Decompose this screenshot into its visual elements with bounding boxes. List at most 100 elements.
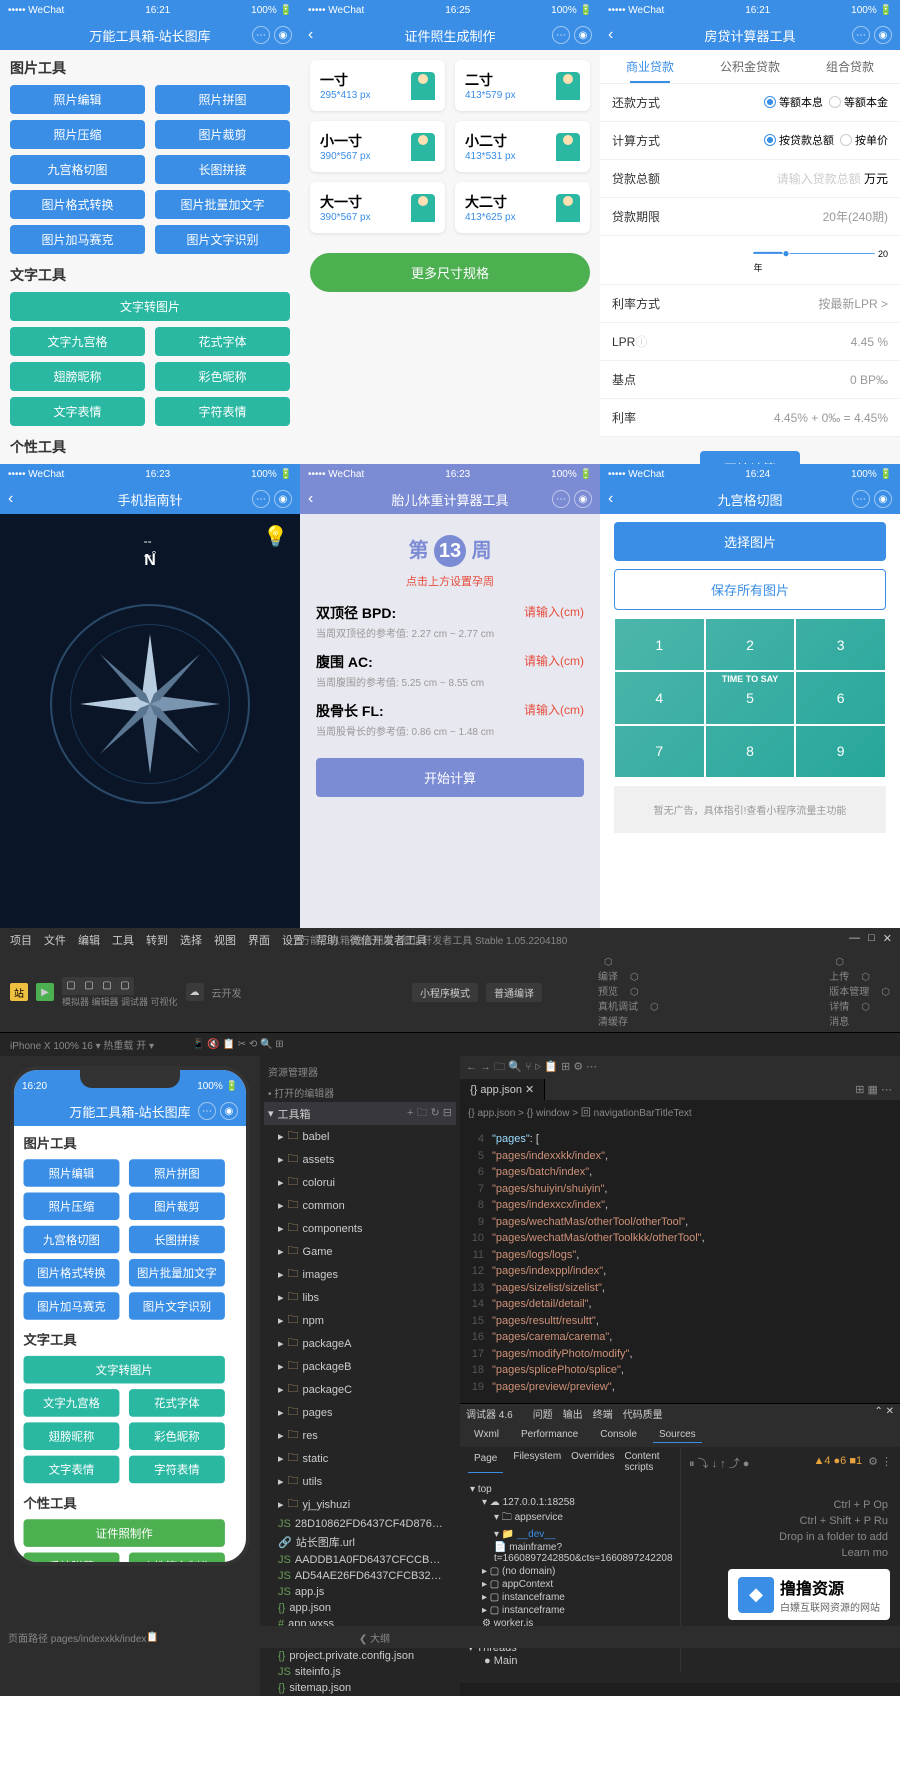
simulator-device[interactable]: 16:20100% 🔋 万能工具箱-站长图库 ⋯◉ 图片工具照片编辑照片拼图照片… — [10, 1066, 250, 1566]
more-sizes-button[interactable]: 更多尺寸规格 — [310, 253, 590, 292]
grid-cell[interactable]: 6 — [795, 671, 886, 724]
tool-button[interactable]: 文字九宫格 — [10, 327, 145, 356]
editor-tab[interactable]: {} app.json ✕ — [460, 1079, 545, 1100]
tool-button[interactable]: 长图拼接 — [129, 1226, 225, 1254]
folder-item[interactable]: ▸ 🗀 packageC — [264, 1378, 456, 1401]
sources-tree[interactable]: ▾ top ▾ ☁ 127.0.0.1:18258▾ 🗀 appservice▾… — [460, 1477, 680, 1636]
back-icon[interactable]: ‹ — [8, 490, 13, 508]
folder-item[interactable]: ▸ 🗀 assets — [264, 1148, 456, 1171]
back-icon[interactable]: ‹ — [308, 26, 313, 44]
debug-subtab[interactable]: Overrides — [571, 1451, 614, 1473]
tool-button[interactable]: 照片压缩 — [10, 120, 145, 149]
tool-button[interactable]: 图片批量加文字 — [155, 190, 290, 219]
mode-select[interactable]: 小程序模式 — [412, 983, 478, 1002]
nav-capsule[interactable]: ⋯◉ — [852, 490, 892, 508]
menu-item[interactable]: 视图 — [214, 932, 236, 948]
form-row[interactable]: 计算方式按贷款总额按单价 — [600, 122, 900, 160]
tool-button[interactable]: 翅膀昵称 — [10, 362, 145, 391]
tree-item[interactable]: ▸ ▢ instanceframe — [466, 1604, 674, 1617]
file-item[interactable]: JS AD54AE26FD6437CFCB32C66214991AE0.js — [264, 1568, 456, 1584]
bulb-icon[interactable]: 💡 — [263, 524, 288, 549]
tool-button[interactable]: 文字转图片 — [24, 1356, 225, 1384]
debug-subtab[interactable]: Filesystem — [513, 1451, 561, 1473]
tool-button[interactable]: 照片编辑 — [24, 1159, 120, 1187]
nav-capsule[interactable]: ⋯◉ — [252, 490, 292, 508]
debug-subtab[interactable]: Content scripts — [625, 1451, 672, 1473]
size-card[interactable]: 一寸295*413 px — [310, 60, 445, 111]
tool-button[interactable]: 图片加马赛克 — [24, 1292, 120, 1320]
folder-item[interactable]: ▸ 🗀 colorui — [264, 1171, 456, 1194]
compile-select[interactable]: 普通编译 — [486, 983, 542, 1002]
tree-item[interactable]: ▸ ▢ (no domain) — [466, 1565, 674, 1578]
folder-item[interactable]: ▸ 🗀 packageA — [264, 1332, 456, 1355]
folder-item[interactable]: ▸ 🗀 packageB — [264, 1355, 456, 1378]
grid-cell[interactable]: 3 — [795, 618, 886, 671]
debug-panel-tab[interactable]: Performance — [515, 1427, 584, 1443]
folder-item[interactable]: ▸ 🗀 common — [264, 1194, 456, 1217]
debug-panel-tab[interactable]: Console — [594, 1427, 643, 1443]
debug-tab[interactable]: 问题 — [533, 1406, 553, 1421]
tool-button[interactable]: 图片裁剪 — [155, 120, 290, 149]
size-card[interactable]: 大二寸413*625 px — [455, 182, 590, 233]
menu-item[interactable]: 编辑 — [78, 932, 100, 948]
breadcrumb[interactable]: {} app.json > {} window > 回 navigationBa… — [460, 1100, 900, 1123]
cloud-icon[interactable]: ☁ — [186, 983, 204, 1001]
play-icon[interactable]: ▶ — [36, 983, 54, 1001]
tool-button[interactable]: 字符表情 — [129, 1456, 225, 1484]
tool-button[interactable]: 文字表情 — [10, 397, 145, 426]
file-explorer[interactable]: 资源管理器 • 打开的编辑器 ▾ 工具箱+ 🗀 ↻ ⊟ ▸ 🗀 babel▸ 🗀… — [260, 1056, 460, 1696]
file-item[interactable]: {} sitemap.json — [264, 1680, 456, 1696]
simulator-info[interactable]: iPhone X 100% 16 ▾ 热重载 开 ▾ — [10, 1037, 154, 1052]
measure-row[interactable]: 双顶径 BPD:请输入(cm)当周双顶径的参考值: 2.27 cm ~ 2.77… — [300, 597, 600, 646]
tool-button[interactable]: 图片格式转换 — [10, 190, 145, 219]
grid-cell[interactable]: 1 — [614, 618, 705, 671]
folder-item[interactable]: ▸ 🗀 libs — [264, 1286, 456, 1309]
nav-capsule[interactable]: ⋯◉ — [552, 490, 592, 508]
tool-button[interactable]: 照片编辑 — [10, 85, 145, 114]
folder-item[interactable]: ▸ 🗀 npm — [264, 1309, 456, 1332]
choose-image-button[interactable]: 选择图片 — [614, 522, 886, 561]
folder-item[interactable]: ▸ 🗀 yj_yishuzi — [264, 1493, 456, 1516]
measure-row[interactable]: 股骨长 FL:请输入(cm)当周股骨长的参考值: 0.86 cm ~ 1.48 … — [300, 695, 600, 744]
tool-button[interactable]: 照片拼图 — [129, 1159, 225, 1187]
tool-button[interactable]: 九宫格切图 — [10, 155, 145, 184]
file-item[interactable]: 🔗 站长图库.url — [264, 1532, 456, 1552]
toolbar-icon[interactable]: ▢ — [80, 977, 98, 995]
tool-button[interactable]: 照片压缩 — [24, 1193, 120, 1221]
menu-item[interactable]: 界面 — [248, 932, 270, 948]
tool-button[interactable]: 彩色昵称 — [129, 1422, 225, 1450]
tool-button[interactable]: 图片文字识别 — [155, 225, 290, 254]
menu-item[interactable]: 项目 — [10, 932, 32, 948]
file-item[interactable]: JS 28D10862FD6437CF4D876065CD817AE0.js — [264, 1516, 456, 1532]
folder-item[interactable]: ▸ 🗀 Game — [264, 1240, 456, 1263]
debug-tab[interactable]: 终端 — [593, 1406, 613, 1421]
menu-item[interactable]: 文件 — [44, 932, 66, 948]
grid-cell[interactable]: 9 — [795, 725, 886, 778]
folder-item[interactable]: ▸ 🗀 res — [264, 1424, 456, 1447]
grid-cell[interactable]: 2 — [705, 618, 796, 671]
tool-button[interactable]: 照片拼图 — [155, 85, 290, 114]
tool-button[interactable]: 个性签名制作 — [129, 1553, 225, 1566]
calculate-button[interactable]: 开始计算 — [316, 758, 584, 797]
menu-item[interactable]: 工具 — [112, 932, 134, 948]
tool-button[interactable]: 九宫格切图 — [24, 1226, 120, 1254]
debug-tab[interactable]: 代码质量 — [623, 1406, 663, 1421]
file-item[interactable]: JS app.js — [264, 1584, 456, 1600]
form-row[interactable]: 还款方式等额本息等额本金 — [600, 84, 900, 122]
debug-subtab[interactable]: Page — [468, 1451, 503, 1473]
close-icon[interactable]: ✕ — [883, 932, 892, 945]
loan-tab[interactable]: 商业贷款 — [600, 50, 700, 83]
editor-toolbar[interactable]: ← → 🗀 🔍 ⑂ ▷ 📋 ⊞ ⚙ ⋯ — [460, 1056, 900, 1079]
back-icon[interactable]: ‹ — [608, 26, 613, 44]
tree-item[interactable]: ▸ ▢ instanceframe — [466, 1591, 674, 1604]
debug-panel-tab[interactable]: Wxml — [468, 1427, 505, 1443]
file-item[interactable]: {} app.json — [264, 1600, 456, 1616]
maximize-icon[interactable]: □ — [868, 932, 875, 945]
tool-button[interactable]: 长图拼接 — [155, 155, 290, 184]
project-root[interactable]: 工具箱 — [278, 1106, 311, 1122]
folder-item[interactable]: ▸ 🗀 images — [264, 1263, 456, 1286]
file-item[interactable]: JS AADDB1A0FD6437CFCCBBD9A797A17AE0.js — [264, 1552, 456, 1568]
tool-button[interactable]: 文字九宫格 — [24, 1389, 120, 1417]
loan-tab[interactable]: 组合贷款 — [800, 50, 900, 83]
grid-cell[interactable]: 8 — [705, 725, 796, 778]
